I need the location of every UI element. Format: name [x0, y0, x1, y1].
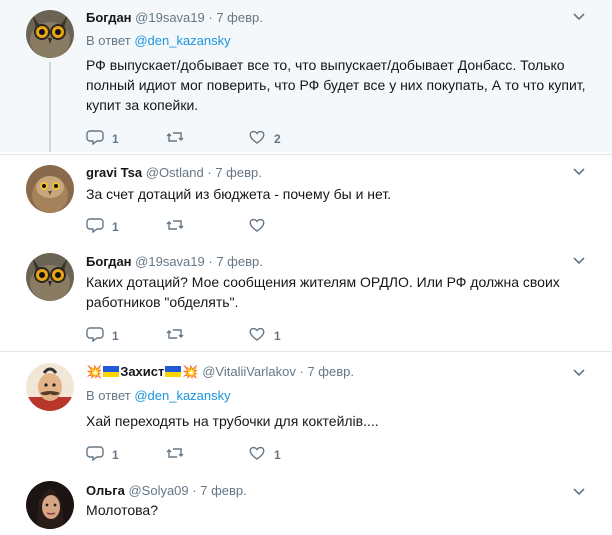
tweet-header: Богдан @19sava19 · 7 февр. — [86, 10, 263, 25]
tweet-header: gravi Tsa @Ostland · 7 февр. — [86, 165, 262, 180]
separator-dot: · — [207, 165, 212, 180]
retweet-button[interactable] — [166, 325, 192, 346]
ukraine-flag-icon — [103, 366, 120, 377]
reply-prefix: В ответ — [86, 388, 131, 403]
like-button[interactable]: 1 — [248, 444, 281, 465]
reply-button[interactable]: 1 — [86, 444, 119, 465]
tweet-5[interactable]: Ольга @Solya09 · 7 февр. Молотова? — [0, 473, 612, 535]
display-name[interactable]: Богдан — [86, 10, 132, 25]
like-button[interactable] — [248, 216, 274, 237]
tweet-3[interactable]: Богдан @19sava19 · 7 февр. Каких дотаций… — [0, 243, 612, 349]
heart-icon — [248, 444, 266, 465]
display-name[interactable]: gravi Tsa — [86, 165, 142, 180]
divider — [0, 351, 612, 352]
separator-dot: · — [192, 483, 197, 498]
avatar-woman[interactable] — [26, 481, 74, 529]
explosion-icon: 💥 — [86, 364, 103, 379]
separator-dot: · — [208, 254, 213, 269]
tweet-1[interactable]: Богдан @19sava19 · 7 февр. В ответ @den_… — [0, 0, 612, 152]
tweet-text: Хай переходять на трубочки для коктейлів… — [86, 413, 379, 429]
tweet-header: Ольга @Solya09 · 7 февр. — [86, 483, 247, 498]
tweet-header: 💥 Захист 💥 @VitaliiVarlakov · 7 февр. — [86, 364, 354, 380]
thread-line — [49, 62, 51, 152]
avatar-owl[interactable] — [26, 10, 74, 58]
heart-icon — [248, 128, 266, 149]
tweet-date[interactable]: 7 февр. — [216, 10, 263, 25]
retweet-button[interactable] — [166, 128, 192, 149]
like-count: 1 — [274, 447, 281, 462]
user-handle[interactable]: @VitaliiVarlakov — [202, 364, 296, 379]
retweet-button[interactable] — [166, 216, 192, 237]
user-handle[interactable]: @19sava19 — [135, 10, 205, 25]
retweet-icon — [166, 128, 184, 149]
tweet-date[interactable]: 7 февр. — [216, 254, 263, 269]
chevron-down-icon[interactable] — [572, 10, 586, 27]
tweet-text: РФ выпускает/добывает все то, что выпуск… — [86, 57, 586, 113]
tweet-4[interactable]: 💥 Захист 💥 @VitaliiVarlakov · 7 февр. В от… — [0, 354, 612, 472]
reply-to-link[interactable]: @den_kazansky — [134, 388, 230, 403]
like-count: 2 — [274, 131, 281, 146]
like-button[interactable]: 1 — [248, 325, 281, 346]
avatar-owl[interactable] — [26, 253, 74, 301]
reply-button[interactable]: 1 — [86, 325, 119, 346]
reply-context: В ответ @den_kazansky — [86, 33, 231, 48]
chevron-down-icon[interactable] — [572, 165, 586, 182]
tweet-header: Богдан @19sava19 · 7 февр. — [86, 254, 263, 269]
reply-icon — [86, 444, 104, 465]
reply-count: 1 — [112, 219, 119, 234]
reply-context: В ответ @den_kazansky — [86, 388, 231, 403]
tweet-date[interactable]: 7 февр. — [215, 165, 262, 180]
display-name[interactable]: Богдан — [86, 254, 132, 269]
tweet-date[interactable]: 7 февр. — [307, 364, 354, 379]
like-button[interactable]: 2 — [248, 128, 281, 149]
ukraine-flag-icon — [165, 366, 182, 377]
heart-icon — [248, 216, 266, 237]
tweet-2[interactable]: gravi Tsa @Ostland · 7 февр. За счет дот… — [0, 155, 612, 241]
reply-count: 1 — [112, 131, 119, 146]
tweet-text: Каких дотаций? Мое сообщения жителям ОРД… — [86, 274, 560, 310]
reply-prefix: В ответ — [86, 33, 131, 48]
tweet-text: Молотова? — [86, 502, 158, 518]
retweet-icon — [166, 216, 184, 237]
reply-button[interactable]: 1 — [86, 216, 119, 237]
tweet-date[interactable]: 7 февр. — [200, 483, 247, 498]
chevron-down-icon[interactable] — [572, 366, 586, 383]
display-name[interactable]: Ольга — [86, 483, 125, 498]
user-handle[interactable]: @19sava19 — [135, 254, 205, 269]
reply-to-link[interactable]: @den_kazansky — [134, 33, 230, 48]
reply-icon — [86, 325, 104, 346]
reply-count: 1 — [112, 447, 119, 462]
display-name[interactable]: Захист — [120, 364, 164, 379]
user-handle[interactable]: @Solya09 — [128, 483, 188, 498]
reply-icon — [86, 128, 104, 149]
avatar-owl-brown[interactable] — [26, 165, 74, 213]
reply-button[interactable]: 1 — [86, 128, 119, 149]
separator-dot: · — [299, 364, 304, 379]
reply-icon — [86, 216, 104, 237]
explosion-icon: 💥 — [182, 364, 199, 379]
reply-count: 1 — [112, 328, 119, 343]
retweet-icon — [166, 444, 184, 465]
tweet-text: За счет дотаций из бюджета - почему бы и… — [86, 186, 392, 202]
retweet-button[interactable] — [166, 444, 192, 465]
retweet-icon — [166, 325, 184, 346]
heart-icon — [248, 325, 266, 346]
user-handle[interactable]: @Ostland — [146, 165, 204, 180]
avatar-cossack[interactable] — [26, 363, 74, 411]
like-count: 1 — [274, 328, 281, 343]
chevron-down-icon[interactable] — [572, 254, 586, 271]
separator-dot: · — [208, 10, 213, 25]
